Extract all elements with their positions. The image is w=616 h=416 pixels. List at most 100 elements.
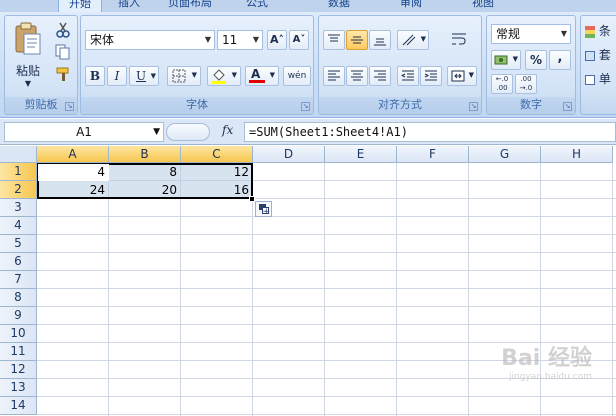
- watermark-text: Bai 经验: [501, 346, 592, 371]
- row-header-8[interactable]: 8: [0, 289, 37, 307]
- top-align-button[interactable]: [323, 30, 345, 50]
- align-center-icon: [351, 70, 363, 81]
- row-header-1[interactable]: 1: [0, 163, 37, 181]
- copy-icon[interactable]: [55, 44, 71, 60]
- fill-color-button[interactable]: ▼: [207, 66, 241, 86]
- row-header-11[interactable]: 11: [0, 343, 37, 361]
- column-header-b[interactable]: B: [109, 146, 181, 163]
- align-center-button[interactable]: [346, 66, 368, 86]
- number-format-select[interactable]: 常规 ▼: [491, 24, 571, 44]
- tab-formulas[interactable]: 公式: [246, 0, 268, 12]
- grow-font-button[interactable]: A˄: [267, 30, 287, 50]
- borders-button[interactable]: ▼: [167, 66, 201, 86]
- decrease-indent-button[interactable]: [397, 66, 419, 86]
- paste-options-button[interactable]: +: [255, 201, 272, 217]
- row-header-5[interactable]: 5: [0, 235, 37, 253]
- row-header-12[interactable]: 12: [0, 361, 37, 379]
- insert-function-icon[interactable]: fx: [222, 123, 233, 137]
- cell-b1[interactable]: 8: [109, 163, 181, 181]
- comma-style-button[interactable]: ,: [549, 50, 571, 70]
- italic-button[interactable]: I: [107, 66, 127, 86]
- font-size-value: 11: [222, 33, 238, 47]
- increase-decimal-button[interactable]: ←.0 .00: [491, 74, 513, 94]
- merge-cells-icon: [451, 70, 465, 82]
- column-header-e[interactable]: E: [325, 146, 397, 163]
- group-clipboard: 粘贴 ▼ 剪贴板 ↘: [4, 15, 78, 115]
- tab-insert[interactable]: 插入: [118, 0, 140, 12]
- formula-bar-resize-handle[interactable]: [166, 123, 210, 141]
- chevron-down-icon: ▼: [150, 72, 156, 80]
- shrink-font-button[interactable]: A˅: [289, 30, 309, 50]
- table-icon: [585, 50, 595, 61]
- alignment-launcher-icon[interactable]: ↘: [469, 102, 478, 111]
- align-left-icon: [328, 70, 340, 81]
- conditional-format-label: 条: [598, 24, 611, 38]
- clipboard-launcher-icon[interactable]: ↘: [65, 102, 74, 111]
- increase-indent-button[interactable]: [420, 66, 442, 86]
- row-header-4[interactable]: 4: [0, 217, 37, 235]
- column-header-h[interactable]: H: [541, 146, 613, 163]
- row-header-13[interactable]: 13: [0, 379, 37, 397]
- format-painter-icon[interactable]: [55, 66, 71, 82]
- align-left-button[interactable]: [323, 66, 345, 86]
- number-launcher-icon[interactable]: ↘: [563, 102, 572, 111]
- cell-b2[interactable]: 20: [109, 181, 181, 199]
- column-header-g[interactable]: G: [469, 146, 541, 163]
- accounting-format-button[interactable]: ▼: [491, 50, 521, 70]
- row-header-2[interactable]: 2: [0, 181, 37, 199]
- paste-button[interactable]: 粘贴 ▼: [11, 22, 45, 88]
- tab-view[interactable]: 视图: [472, 0, 494, 12]
- column-header-c[interactable]: C: [181, 146, 253, 163]
- paint-bucket-icon: [212, 69, 226, 84]
- name-box[interactable]: A1 ▼: [4, 122, 164, 142]
- row-header-7[interactable]: 7: [0, 271, 37, 289]
- tab-home[interactable]: 开始: [58, 0, 102, 12]
- orientation-button[interactable]: ▼: [397, 30, 429, 50]
- tab-page-layout[interactable]: 页面布局: [168, 0, 212, 12]
- cell-c1[interactable]: 12: [181, 163, 253, 181]
- cell-styles-label: 单: [598, 72, 611, 86]
- decrease-indent-icon: [401, 70, 414, 81]
- align-right-button[interactable]: [369, 66, 391, 86]
- column-header-d[interactable]: D: [253, 146, 325, 163]
- formula-input[interactable]: =SUM(Sheet1:Sheet4!A1): [244, 122, 616, 142]
- chevron-down-icon: ▼: [204, 35, 211, 44]
- cell-a1[interactable]: 4: [37, 163, 109, 181]
- row-header-10[interactable]: 10: [0, 325, 37, 343]
- paste-options-plus: +: [262, 207, 270, 217]
- cell-c2[interactable]: 16: [181, 181, 253, 199]
- middle-align-button[interactable]: [346, 30, 368, 50]
- column-header-f[interactable]: F: [397, 146, 469, 163]
- conditional-format-button[interactable]: 条: [585, 22, 616, 40]
- cell-styles-button[interactable]: 单: [585, 70, 616, 88]
- row-header-9[interactable]: 9: [0, 307, 37, 325]
- column-header-a[interactable]: A: [37, 146, 109, 163]
- decrease-decimal-button[interactable]: .00 →.0: [515, 74, 537, 94]
- format-as-table-button[interactable]: 套: [585, 46, 616, 64]
- bottom-align-button[interactable]: [369, 30, 391, 50]
- group-alignment: ▼ ▼ 对齐方式 ↘: [318, 15, 482, 115]
- cut-icon[interactable]: [55, 22, 71, 38]
- font-launcher-icon[interactable]: ↘: [301, 102, 310, 111]
- row-header-3[interactable]: 3: [0, 199, 37, 217]
- wrap-text-icon[interactable]: [451, 32, 467, 46]
- underline-button[interactable]: U ▼: [129, 66, 159, 86]
- merge-center-button[interactable]: ▼: [447, 66, 477, 86]
- font-name-select[interactable]: 宋体 ▼: [85, 30, 215, 50]
- bold-button[interactable]: B: [85, 66, 105, 86]
- number-group-label: 数字: [487, 97, 575, 114]
- row-header-14[interactable]: 14: [0, 397, 37, 415]
- percent-button[interactable]: %: [525, 50, 547, 70]
- formula-bar: A1 ▼ fx =SUM(Sheet1:Sheet4!A1): [0, 119, 616, 145]
- font-color-letter: A: [251, 67, 261, 81]
- font-size-select[interactable]: 11 ▼: [217, 30, 263, 50]
- phonetic-guide-button[interactable]: wén: [283, 66, 311, 86]
- row-header-6[interactable]: 6: [0, 253, 37, 271]
- tab-review[interactable]: 审阅: [400, 0, 422, 12]
- tab-data[interactable]: 数据: [328, 0, 350, 12]
- font-color-button[interactable]: A ▼: [245, 66, 279, 86]
- borders-icon: [172, 69, 186, 83]
- cell-a2[interactable]: 24: [37, 181, 109, 199]
- chevron-down-icon: ▼: [252, 35, 259, 44]
- select-all-button[interactable]: [0, 146, 37, 163]
